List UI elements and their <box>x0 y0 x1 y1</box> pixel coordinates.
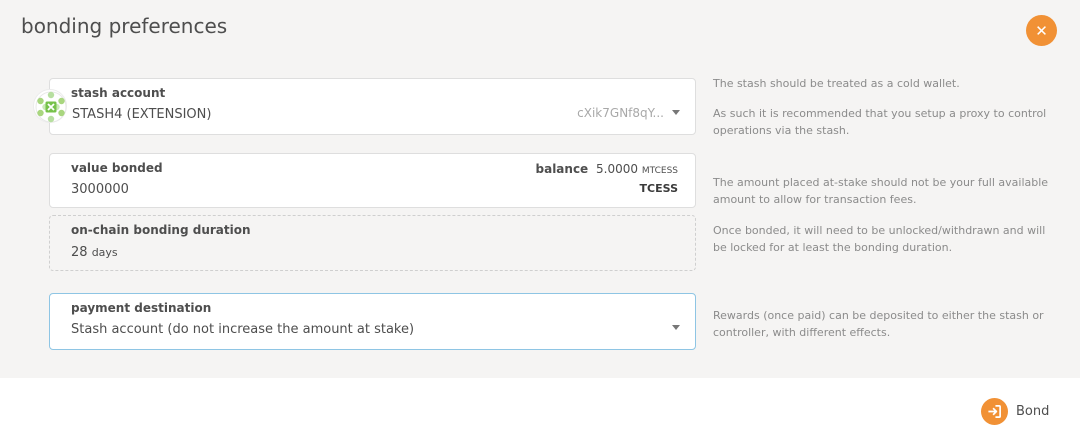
balance-readout: balance 5.0000 MTCESS <box>536 162 679 176</box>
payment-destination-help: Rewards (once paid) can be deposited to … <box>713 309 1044 339</box>
sign-in-icon <box>981 398 1008 425</box>
stash-account-label: stash account <box>71 86 166 100</box>
stash-help-2: As such it is recommended that you setup… <box>713 107 1047 137</box>
payment-destination-value: Stash account (do not increase the amoun… <box>71 322 415 337</box>
stash-account-select[interactable]: stash account STASH4 (EXTENSION) cXik7GN… <box>33 78 696 135</box>
value-bonded-input[interactable]: value bonded 3000000 balance 5.0000 MTCE… <box>49 153 696 208</box>
close-icon: ✕ <box>1035 21 1048 40</box>
balance-unit: MTCESS <box>641 166 678 176</box>
bonding-duration-help: Once bonded, it will need to be unlocked… <box>713 224 1046 254</box>
value-bonded-help: The amount placed at-stake should not be… <box>713 176 1049 206</box>
bonding-duration-unit: days <box>91 246 118 259</box>
stash-address: cXik7GNf8qY... <box>577 106 664 120</box>
chevron-down-icon <box>672 325 680 330</box>
value-bonded-value: 3000000 <box>71 182 129 197</box>
modal-footer: Bond <box>0 378 1080 444</box>
modal-title: bonding preferences <box>21 14 228 38</box>
value-bonded-unit[interactable]: TCESS <box>640 182 678 195</box>
bonding-duration-readout: 28 days <box>71 245 118 260</box>
bonding-duration-value: 28 <box>71 245 88 260</box>
identicon-avatar <box>33 89 67 123</box>
bond-button[interactable]: Bond <box>981 398 1049 425</box>
payment-destination-label: payment destination <box>71 301 212 315</box>
balance-label: balance <box>535 162 589 176</box>
balance-value: 5.0000 <box>596 162 639 176</box>
close-button[interactable]: ✕ <box>1026 15 1057 46</box>
bond-button-label: Bond <box>1016 404 1050 419</box>
value-bonded-label: value bonded <box>71 161 163 175</box>
bonding-duration-label: on-chain bonding duration <box>71 223 251 237</box>
stash-account-value: STASH4 (EXTENSION) <box>72 107 212 122</box>
bonding-duration-field: on-chain bonding duration 28 days <box>49 215 696 271</box>
stash-help-1: The stash should be treated as a cold wa… <box>713 77 960 90</box>
payment-destination-select[interactable]: payment destination Stash account (do no… <box>49 293 696 350</box>
chevron-down-icon <box>672 110 680 115</box>
